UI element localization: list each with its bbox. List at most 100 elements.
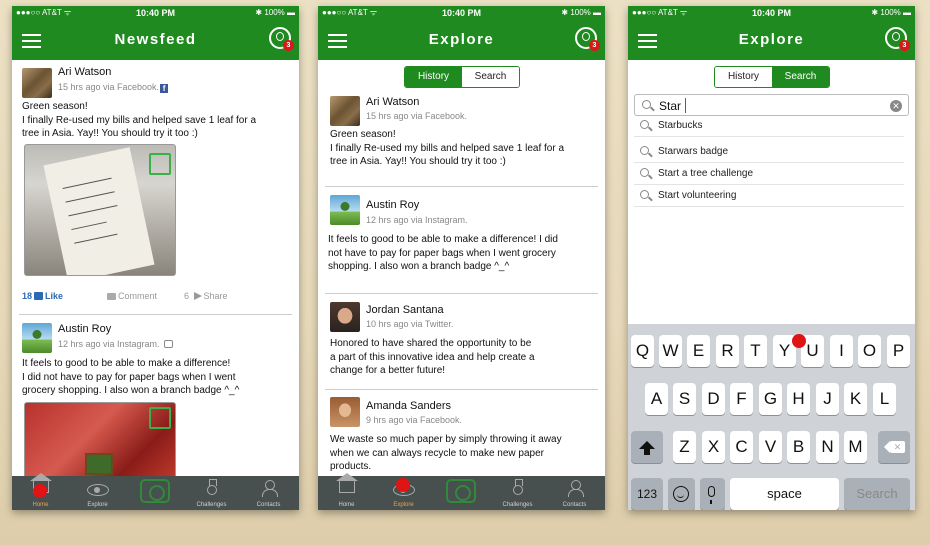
status-bar: ●●●○○ AT&T ᯤ 10:40 PM ✱ 100% ▬: [12, 6, 299, 20]
suggestion-item[interactable]: Starwars badge: [634, 141, 904, 163]
key[interactable]: E: [687, 335, 710, 367]
key[interactable]: X: [702, 431, 725, 463]
clear-icon[interactable]: ✕: [890, 100, 902, 112]
camera-small-icon: [163, 340, 173, 348]
share-button[interactable]: 6 Share: [184, 291, 228, 301]
key[interactable]: R: [716, 335, 739, 367]
suggestion-item[interactable]: Start volunteering: [634, 185, 904, 207]
tab-contacts[interactable]: Contacts: [546, 476, 603, 510]
post-author[interactable]: Ari Watson: [58, 66, 111, 78]
key[interactable]: Z: [673, 431, 696, 463]
suggestion-item[interactable]: Start a tree challenge: [634, 163, 904, 185]
tab-explore[interactable]: Explore: [69, 476, 126, 510]
post-meta-text: 12 hrs ago via Instagram.: [58, 339, 160, 349]
key[interactable]: P: [887, 335, 910, 367]
tab-camera[interactable]: [126, 476, 183, 510]
suggestion-label: Starbucks: [658, 120, 703, 131]
tab-camera[interactable]: [432, 476, 489, 510]
tree-notifications-icon[interactable]: 3: [885, 27, 910, 51]
tab-label: Challenges: [502, 502, 533, 508]
shift-key[interactable]: [631, 431, 663, 463]
emoji-key[interactable]: [668, 478, 695, 510]
post-meta: 15 hrs ago via Facebook.: [366, 111, 468, 121]
key[interactable]: Q: [631, 335, 654, 367]
share-icon: [193, 292, 202, 300]
phone-explore-history: ●●●○○ AT&T ᯤ 10:40 PM ✱ 100% ▬ Explore 3…: [318, 6, 605, 510]
post-author[interactable]: Austin Roy: [58, 323, 111, 335]
key[interactable]: N: [816, 431, 839, 463]
key[interactable]: H: [787, 383, 810, 415]
feed[interactable]: Ari Watson 15 hrs ago via Facebook. f Gre…: [12, 60, 299, 510]
feed-post: Ari Watson 15 hrs ago via Facebook. Gree…: [325, 90, 598, 187]
feed-post: Austin Roy 12 hrs ago via Instagram. It …: [325, 187, 598, 294]
facebook-icon: f: [160, 84, 169, 93]
key[interactable]: O: [858, 335, 881, 367]
tree-notifications-icon[interactable]: 3: [269, 27, 294, 51]
tab-search[interactable]: Search: [772, 67, 829, 87]
like-button[interactable]: 18 Like: [22, 291, 63, 301]
post-meta: 10 hrs ago via Twitter.: [366, 319, 454, 329]
key[interactable]: D: [702, 383, 725, 415]
history-list[interactable]: Ari Watson 15 hrs ago via Facebook. Gree…: [318, 90, 605, 490]
tab-bar: Home Explore Challenges Contacts: [318, 473, 605, 510]
backspace-key[interactable]: ✕: [878, 431, 910, 463]
avatar[interactable]: [22, 68, 52, 98]
key[interactable]: T: [744, 335, 767, 367]
avatar[interactable]: [22, 323, 52, 353]
tab-history[interactable]: History: [405, 67, 462, 87]
key[interactable]: L: [873, 383, 896, 415]
key[interactable]: C: [730, 431, 753, 463]
post-author[interactable]: Amanda Sanders: [366, 400, 451, 412]
feed-post: Amanda Sanders 9 hrs ago via Facebook. W…: [325, 390, 598, 490]
comment-button[interactable]: Comment: [107, 291, 157, 301]
tab-label: Contacts: [256, 502, 281, 508]
key[interactable]: I: [830, 335, 853, 367]
key[interactable]: M: [844, 431, 867, 463]
medal-icon: [206, 479, 217, 495]
dictation-key[interactable]: [700, 478, 725, 510]
backspace-icon: ✕: [884, 441, 905, 453]
numbers-key[interactable]: 123: [631, 478, 663, 510]
like-count: 18: [22, 291, 33, 301]
post-text: Green season! I finally Re-used my bills…: [330, 129, 565, 167]
tab-challenges[interactable]: Challenges: [489, 476, 546, 510]
key[interactable]: K: [844, 383, 867, 415]
nav-bar: Newsfeed 3: [12, 20, 299, 60]
key[interactable]: A: [645, 383, 668, 415]
battery-indicator: ✱ 100% ▬: [871, 8, 911, 17]
tab-history[interactable]: History: [715, 67, 772, 87]
key[interactable]: B: [787, 431, 810, 463]
key[interactable]: F: [730, 383, 753, 415]
space-key[interactable]: space: [730, 478, 839, 510]
suggestion-item[interactable]: Starbucks: [634, 115, 904, 137]
post-author[interactable]: Austin Roy: [366, 199, 419, 211]
battery-indicator: ✱ 100% ▬: [255, 8, 295, 17]
search-key[interactable]: Search: [844, 478, 910, 510]
tab-challenges[interactable]: Challenges: [183, 476, 240, 510]
key[interactable]: J: [816, 383, 839, 415]
post-text: We waste so much paper by simply throwin…: [330, 434, 562, 472]
key[interactable]: W: [659, 335, 682, 367]
tab-contacts[interactable]: Contacts: [240, 476, 297, 510]
post-author[interactable]: Jordan Santana: [366, 304, 444, 316]
post-author[interactable]: Ari Watson: [366, 96, 419, 108]
search-icon: [640, 120, 649, 129]
search-input[interactable]: Star ✕: [634, 94, 909, 116]
tree-notifications-icon[interactable]: 3: [575, 27, 600, 51]
avatar[interactable]: [330, 397, 360, 427]
key[interactable]: S: [673, 383, 696, 415]
avatar[interactable]: [330, 195, 360, 225]
tab-home[interactable]: Home: [318, 473, 375, 510]
tab-search[interactable]: Search: [462, 67, 519, 87]
avatar[interactable]: [330, 302, 360, 332]
notification-badge: 3: [899, 40, 910, 51]
tap-marker: [792, 334, 806, 348]
feed-post: Ari Watson 15 hrs ago via Facebook. f Gre…: [19, 60, 292, 315]
medal-icon: [512, 479, 523, 495]
key[interactable]: G: [759, 383, 782, 415]
post-photo[interactable]: [24, 144, 176, 276]
emoji-icon: [673, 486, 689, 502]
key[interactable]: V: [759, 431, 782, 463]
avatar[interactable]: [330, 96, 360, 126]
eye-icon: [86, 484, 109, 496]
